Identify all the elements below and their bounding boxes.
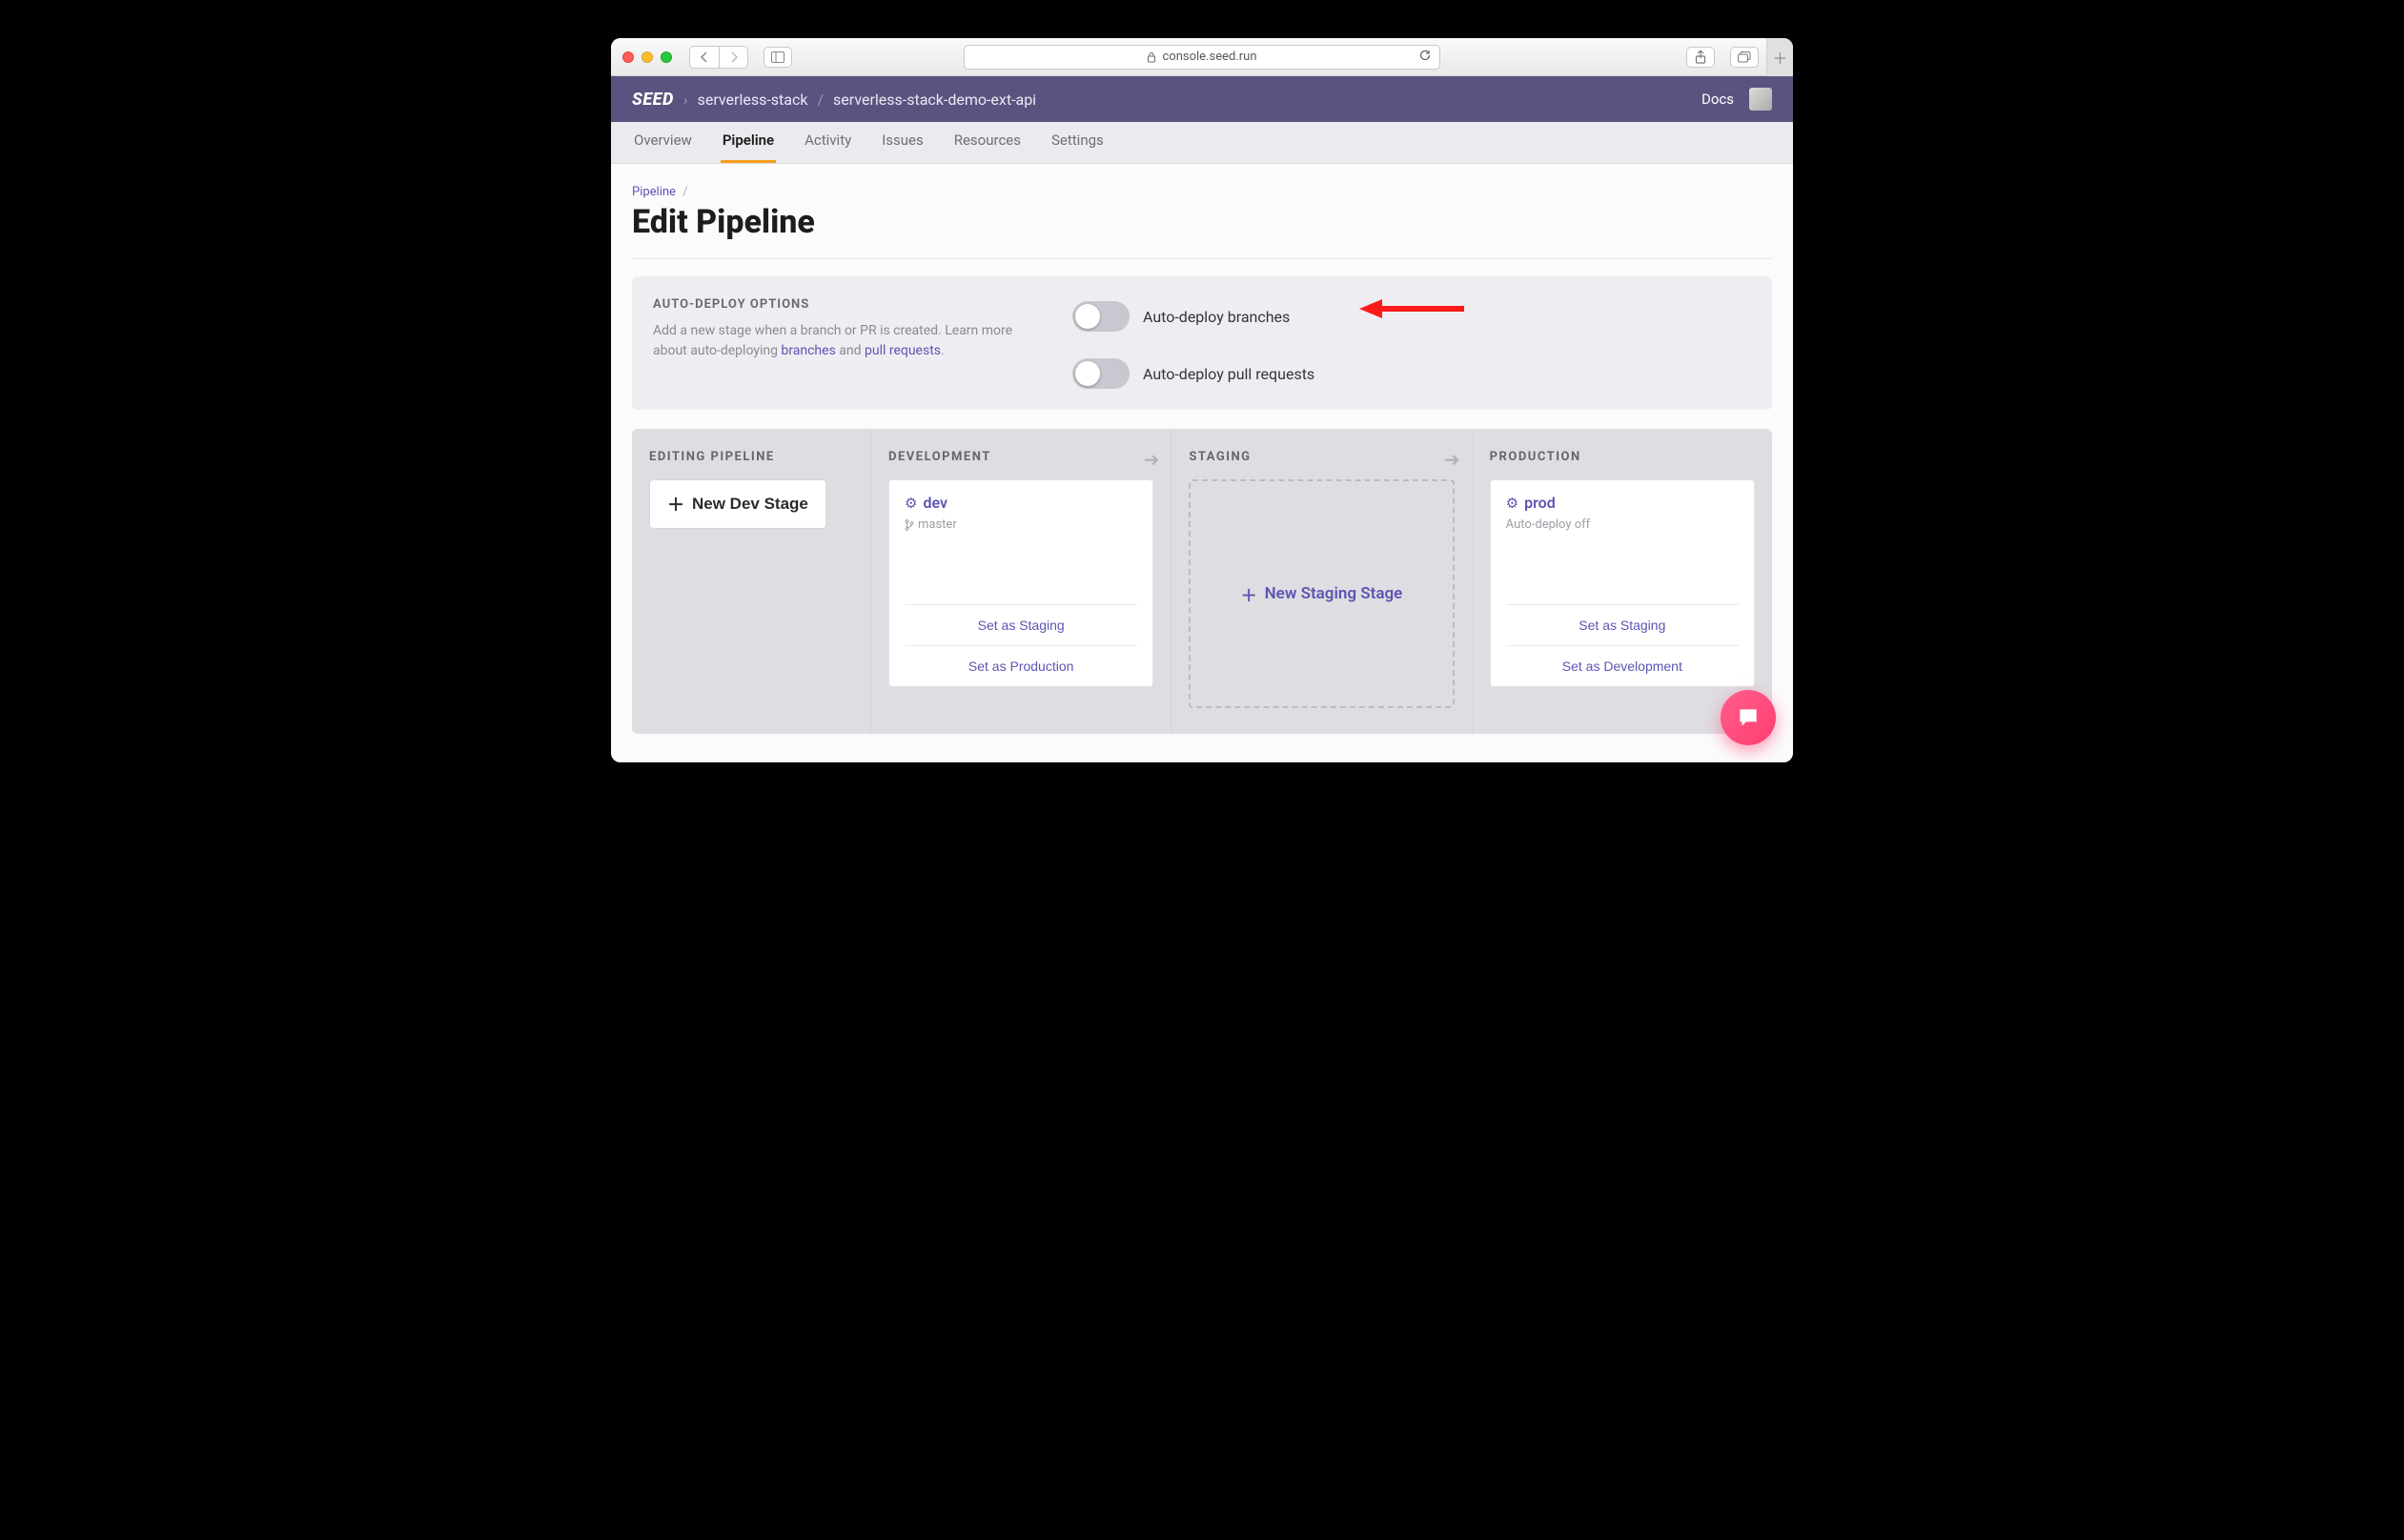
maximize-window-button[interactable]: [661, 51, 672, 63]
page-title: Edit Pipeline: [632, 203, 1772, 241]
breadcrumb-org[interactable]: serverless-stack: [698, 91, 808, 109]
tab-overview[interactable]: Overview: [632, 120, 694, 163]
arrow-right-icon: ➔: [1444, 448, 1460, 471]
options-heading: AUTO-DEPLOY OPTIONS: [653, 297, 1015, 312]
staging-column: STAGING ➔ ＋ New Staging Stage: [1171, 429, 1471, 734]
tab-resources[interactable]: Resources: [952, 120, 1023, 163]
dev-set-production-button[interactable]: Set as Production: [905, 646, 1137, 686]
avatar[interactable]: [1749, 88, 1772, 111]
gear-icon[interactable]: ⚙: [1506, 495, 1518, 512]
browser-titlebar: console.seed.run ＋: [611, 38, 1793, 76]
chevron-right-icon: ›: [683, 91, 688, 109]
dev-branch: master: [905, 517, 1137, 543]
chat-icon: [1736, 705, 1761, 730]
auto-deploy-options-panel: AUTO-DEPLOY OPTIONS Add a new stage when…: [632, 276, 1772, 410]
breadcrumb: Pipeline /: [632, 185, 1772, 199]
tabs-button[interactable]: [1730, 47, 1759, 68]
pull-requests-link[interactable]: pull requests: [865, 343, 941, 358]
editing-heading: EDITING PIPELINE: [649, 450, 853, 464]
plus-icon: ＋: [1241, 582, 1257, 606]
share-button[interactable]: [1686, 47, 1715, 68]
branches-link[interactable]: branches: [781, 343, 835, 358]
auto-deploy-pr-label: Auto-deploy pull requests: [1143, 365, 1314, 383]
url-text: console.seed.run: [1162, 50, 1256, 64]
development-heading: DEVELOPMENT: [888, 450, 1153, 464]
close-window-button[interactable]: [622, 51, 634, 63]
auto-deploy-branches-label: Auto-deploy branches: [1143, 308, 1290, 326]
production-heading: PRODUCTION: [1490, 450, 1755, 464]
reload-icon[interactable]: [1418, 49, 1432, 66]
dev-stage-card: ⚙ dev master Set as Staging Set as Produ…: [888, 479, 1153, 687]
auto-deploy-pr-toggle[interactable]: [1072, 358, 1130, 389]
prod-stage-name[interactable]: prod: [1524, 494, 1556, 512]
development-column: DEVELOPMENT ➔ ⚙ dev master Set as Stagin…: [870, 429, 1171, 734]
back-button[interactable]: [690, 47, 719, 68]
tab-issues[interactable]: Issues: [880, 120, 926, 163]
tab-nav: Overview Pipeline Activity Issues Resour…: [611, 122, 1793, 164]
editing-column: EDITING PIPELINE ＋ New Dev Stage: [632, 429, 870, 734]
new-tab-button[interactable]: ＋: [1766, 38, 1793, 76]
breadcrumb-project[interactable]: serverless-stack-demo-ext-api: [833, 91, 1036, 109]
app-header: SEED › serverless-stack / serverless-sta…: [611, 76, 1793, 122]
logo[interactable]: SEED: [632, 90, 674, 110]
sidebar-toggle-button[interactable]: [764, 47, 792, 68]
dev-stage-name[interactable]: dev: [923, 494, 947, 512]
docs-link[interactable]: Docs: [1701, 91, 1734, 108]
minimize-window-button[interactable]: [642, 51, 653, 63]
breadcrumb-separator: /: [817, 91, 824, 109]
breadcrumb-pipeline[interactable]: Pipeline: [632, 185, 676, 199]
prod-set-staging-button[interactable]: Set as Staging: [1506, 605, 1739, 646]
divider: [632, 258, 1772, 259]
arrow-right-icon: ➔: [1144, 448, 1160, 471]
tab-settings[interactable]: Settings: [1049, 120, 1106, 163]
new-dev-stage-button[interactable]: ＋ New Dev Stage: [649, 479, 826, 529]
annotation-arrow: [1359, 297, 1464, 320]
gear-icon[interactable]: ⚙: [905, 495, 917, 512]
forward-button[interactable]: [719, 47, 747, 68]
options-description: Add a new stage when a branch or PR is c…: [653, 321, 1015, 361]
dev-set-staging-button[interactable]: Set as Staging: [905, 605, 1137, 646]
tab-activity[interactable]: Activity: [803, 120, 853, 163]
traffic-lights: [622, 51, 672, 63]
prod-sub: Auto-deploy off: [1506, 517, 1739, 543]
header-breadcrumb: › serverless-stack / serverless-stack-de…: [683, 91, 1036, 109]
lock-icon: [1147, 51, 1156, 63]
auto-deploy-branches-toggle[interactable]: [1072, 301, 1130, 332]
pipeline-grid: EDITING PIPELINE ＋ New Dev Stage DEVELOP…: [632, 429, 1772, 734]
production-column: PRODUCTION ⚙ prod Auto-deploy off Set as…: [1472, 429, 1772, 734]
prod-set-development-button[interactable]: Set as Development: [1506, 646, 1739, 686]
branch-icon: [905, 519, 914, 531]
main-content: Pipeline / Edit Pipeline AUTO-DEPLOY OPT…: [611, 164, 1793, 762]
chat-button[interactable]: [1721, 690, 1776, 745]
browser-window: console.seed.run ＋ SEED › serverless-sta…: [611, 38, 1793, 762]
plus-icon: ＋: [667, 492, 684, 517]
address-bar[interactable]: console.seed.run: [964, 45, 1440, 70]
tab-pipeline[interactable]: Pipeline: [721, 120, 776, 163]
new-staging-stage-button[interactable]: ＋ New Staging Stage: [1189, 479, 1454, 708]
prod-stage-card: ⚙ prod Auto-deploy off Set as Staging Se…: [1490, 479, 1755, 687]
nav-buttons: [689, 46, 748, 69]
staging-heading: STAGING: [1189, 450, 1454, 464]
